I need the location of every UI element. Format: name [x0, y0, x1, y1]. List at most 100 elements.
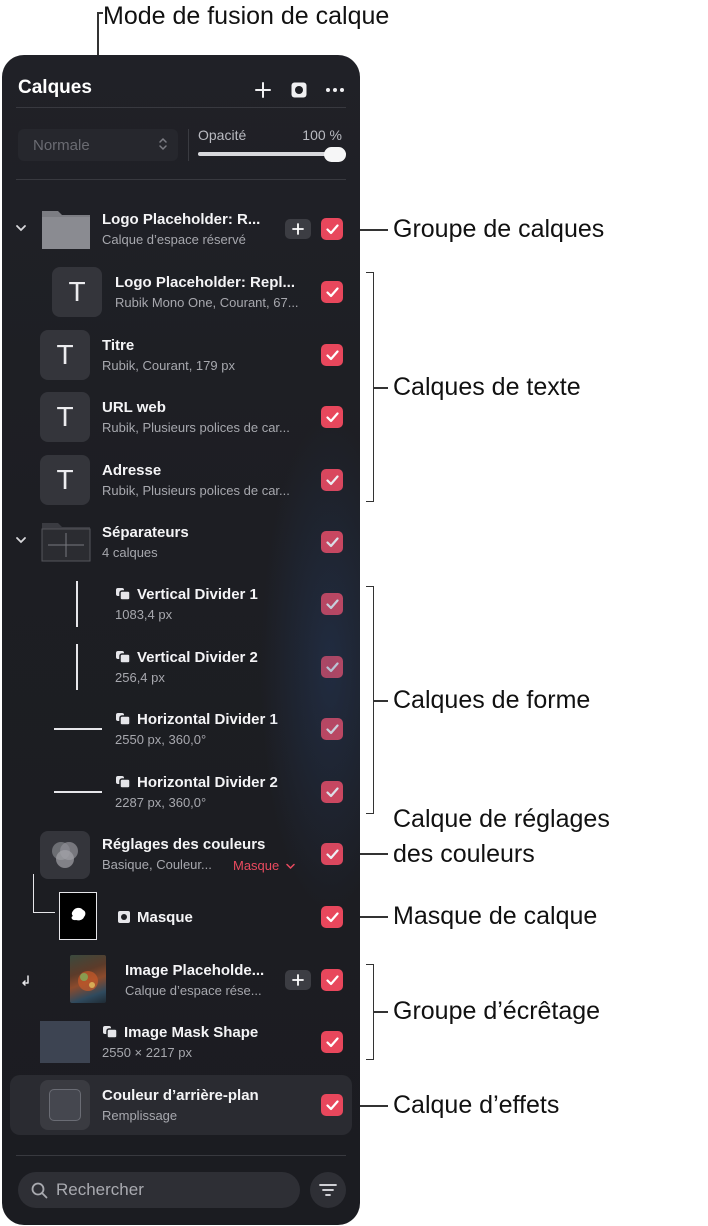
layer-subtitle: Basique, Couleur... [102, 857, 212, 872]
layer-row-logo-text[interactable]: T Logo Placeholder: Repl... Rubik Mono O… [2, 261, 360, 323]
layer-row-titre[interactable]: T Titre Rubik, Courant, 179 px [2, 324, 360, 386]
opacity-slider-knob[interactable] [324, 147, 346, 162]
visibility-checkbox[interactable] [321, 656, 343, 678]
checkmark-icon [325, 911, 339, 922]
chevron-down-icon [285, 863, 295, 870]
search-input[interactable]: Rechercher [18, 1172, 300, 1208]
checkmark-icon [325, 223, 339, 234]
layer-row-image-placeholder[interactable]: Image Placeholde... Calque d’espace rése… [2, 949, 360, 1011]
layer-row-color-adjustments[interactable]: Réglages des couleurs Basique, Couleur..… [2, 823, 360, 885]
callout-layer-mask: Masque de calque [393, 902, 598, 930]
layer-row-adresse[interactable]: T Adresse Rubik, Plusieurs polices de ca… [2, 449, 360, 511]
layer-name: Horizontal Divider 2 [115, 774, 278, 791]
layer-name: URL web [102, 399, 166, 416]
clip-arrow-icon [22, 975, 29, 986]
mask-icon [118, 911, 130, 923]
chevron-down-icon[interactable] [14, 221, 28, 235]
text-icon: T [40, 330, 90, 380]
mask-dropdown-label: Masque [233, 858, 280, 873]
visibility-checkbox[interactable] [321, 1094, 343, 1116]
folder-icon [41, 523, 91, 562]
layer-subtitle: 1083,4 px [115, 607, 173, 622]
layer-subtitle: Calque d’espace réservé [102, 232, 246, 247]
plus-icon [292, 974, 304, 986]
layer-subtitle: 2550 px, 360,0° [115, 732, 207, 747]
layer-name: Horizontal Divider 1 [115, 711, 278, 728]
checkmark-icon [325, 536, 339, 547]
visibility-checkbox[interactable] [321, 469, 343, 491]
visibility-checkbox[interactable] [321, 281, 343, 303]
checkmark-icon [325, 848, 339, 859]
visibility-checkbox[interactable] [321, 218, 343, 240]
chevron-down-icon[interactable] [14, 533, 28, 547]
filter-button[interactable] [310, 1172, 346, 1208]
checkmark-icon [325, 598, 339, 609]
callout-clipping-group: Groupe d’écrêtage [393, 997, 601, 1025]
bracket-clipping-group [366, 964, 374, 1060]
fill-thumbnail [40, 1080, 90, 1130]
bracket-clipping-group-tick [374, 1011, 388, 1013]
vertical-line-thumbnail [76, 644, 78, 690]
callout-effects-layer: Calque d’effets [393, 1091, 560, 1119]
visibility-checkbox[interactable] [321, 531, 343, 553]
layer-name: Adresse [102, 462, 162, 479]
layer-subtitle: Rubik, Plusieurs polices de car... [102, 420, 290, 435]
checkmark-icon [325, 1036, 339, 1047]
updown-chevron-icon [159, 137, 167, 151]
layer-subtitle: 2550 × 2217 px [102, 1045, 192, 1060]
layer-subtitle: Rubik Mono One, Courant, 67... [115, 295, 299, 310]
blend-mode-select[interactable]: Normale [18, 129, 178, 161]
add-to-placeholder-button[interactable] [285, 219, 311, 239]
checkmark-icon [325, 786, 339, 797]
checkmark-icon [325, 474, 339, 485]
checkmark-icon [325, 661, 339, 672]
color-adjustments-icon [40, 831, 90, 879]
layer-subtitle: Calque d’espace rése... [125, 983, 262, 998]
visibility-checkbox[interactable] [321, 781, 343, 803]
layer-name: Logo Placeholder: Repl... [115, 274, 296, 291]
callout-text-layers: Calques de texte [393, 373, 581, 401]
layer-row-vertical-divider-1[interactable]: Vertical Divider 1 1083,4 px [2, 573, 360, 635]
shape-icon [116, 713, 131, 726]
layer-row-image-mask-shape[interactable]: Image Mask Shape 2550 × 2217 px [2, 1011, 360, 1073]
layer-row-logo-group[interactable]: Logo Placeholder: R... Calque d’espace r… [2, 199, 360, 261]
add-to-placeholder-button[interactable] [285, 970, 311, 990]
layer-subtitle: Rubik, Courant, 179 px [102, 358, 235, 373]
footer-divider [16, 1155, 346, 1156]
layer-row-separateurs[interactable]: Séparateurs 4 calques [2, 511, 360, 573]
shape-icon [116, 651, 131, 664]
layer-row-horizontal-divider-2[interactable]: Horizontal Divider 2 2287 px, 360,0° [2, 761, 360, 823]
plus-icon [292, 223, 304, 235]
layer-subtitle: Remplissage [102, 1108, 178, 1123]
opacity-value: 100 % [302, 127, 342, 143]
layer-row-vertical-divider-2[interactable]: Vertical Divider 2 256,4 px [2, 636, 360, 698]
layer-row-horizontal-divider-1[interactable]: Horizontal Divider 1 2550 px, 360,0° [2, 698, 360, 760]
visibility-checkbox[interactable] [321, 718, 343, 740]
checkmark-icon [325, 1099, 339, 1110]
checkmark-icon [325, 411, 339, 422]
visibility-checkbox[interactable] [321, 1031, 343, 1053]
search-icon [31, 1182, 48, 1199]
checkmark-icon [325, 349, 339, 360]
visibility-checkbox[interactable] [321, 843, 343, 865]
mask-dropdown[interactable]: Masque [233, 857, 295, 875]
bracket-text-layers [366, 272, 374, 502]
visibility-checkbox[interactable] [321, 406, 343, 428]
visibility-checkbox[interactable] [321, 344, 343, 366]
layer-row-background-color[interactable]: Couleur d’arrière-plan Remplissage [2, 1074, 360, 1136]
visibility-checkbox[interactable] [321, 906, 343, 928]
add-mask-button[interactable] [286, 77, 312, 103]
visibility-checkbox[interactable] [321, 969, 343, 991]
search-placeholder: Rechercher [56, 1180, 144, 1199]
layer-subtitle: 2287 px, 360,0° [115, 795, 207, 810]
add-layer-button[interactable] [250, 77, 276, 103]
more-options-button[interactable] [322, 77, 348, 103]
callout-color-adj-line1: Calque de réglages [393, 805, 610, 833]
layer-name: Titre [102, 337, 135, 354]
layer-row-url[interactable]: T URL web Rubik, Plusieurs polices de ca… [2, 386, 360, 448]
layer-name-text: Masque [137, 909, 193, 926]
visibility-checkbox[interactable] [321, 593, 343, 615]
layer-name: Réglages des couleurs [102, 836, 266, 853]
layer-row-mask[interactable]: Masque [2, 874, 360, 948]
header-divider [16, 107, 346, 108]
